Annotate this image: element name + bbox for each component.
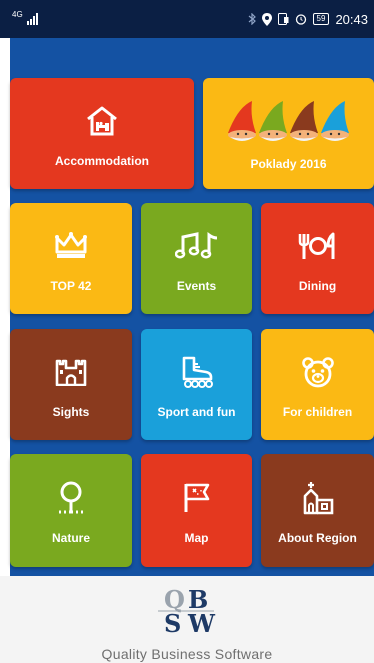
menu-grid: Accommodation Poklady 2016 TOP 42 Events… (10, 38, 374, 576)
tile-label: Sights (52, 404, 90, 419)
tile-label: For children (282, 404, 353, 419)
signal-icon (26, 13, 38, 25)
tile-top42[interactable]: TOP 42 (10, 203, 132, 314)
status-left: 4G (12, 10, 38, 25)
tile-label: Accommodation (54, 153, 149, 168)
tile-sights[interactable]: Sights (10, 329, 132, 440)
status-bar: 4G 59 20:43 (0, 0, 374, 38)
tile-accommodation[interactable]: Accommodation (10, 78, 194, 189)
svg-text:W: W (187, 609, 216, 636)
cutlery-icon (297, 225, 339, 267)
tile-label: Sport and fun (157, 404, 236, 419)
tile-label: Map (184, 530, 209, 545)
status-right: 59 20:43 (248, 12, 368, 27)
qbsw-logo: Q B S W (152, 586, 222, 636)
alarm-icon (295, 14, 306, 25)
footer-tagline: Quality Business Software (101, 646, 273, 662)
flag-map-icon (182, 477, 212, 519)
house-bed-icon (85, 100, 119, 142)
tile-label: Events (176, 278, 217, 293)
tile-map[interactable]: Map (141, 454, 252, 567)
tile-label: TOP 42 (50, 278, 92, 293)
tile-poklady[interactable]: Poklady 2016 (203, 78, 374, 189)
rollerskate-icon (180, 351, 214, 393)
tile-label: Poklady 2016 (250, 156, 327, 171)
screen-icon (277, 13, 289, 25)
battery-icon: 59 (312, 13, 330, 25)
location-icon (261, 12, 272, 26)
tree-icon (55, 477, 87, 519)
church-icon (301, 477, 335, 519)
castle-icon (55, 351, 87, 393)
network-type: 4G (12, 10, 23, 19)
tile-dining[interactable]: Dining (261, 203, 374, 314)
tile-label: Nature (51, 530, 90, 545)
tile-label: About Region (278, 530, 357, 545)
teddy-bear-icon (301, 351, 335, 393)
svg-text:S: S (164, 609, 181, 636)
tile-label: Dining (298, 278, 337, 293)
tile-children[interactable]: For children (261, 329, 374, 440)
crown-icon (54, 225, 88, 267)
gnomes-icon (226, 97, 352, 145)
footer: Q B S W Quality Business Software (0, 576, 374, 663)
bluetooth-icon (248, 13, 256, 25)
music-notes-icon (174, 225, 219, 267)
clock: 20:43 (335, 11, 368, 27)
tile-about-region[interactable]: About Region (261, 454, 374, 567)
tile-nature[interactable]: Nature (10, 454, 132, 567)
tile-sport[interactable]: Sport and fun (141, 329, 252, 440)
tile-events[interactable]: Events (141, 203, 252, 314)
